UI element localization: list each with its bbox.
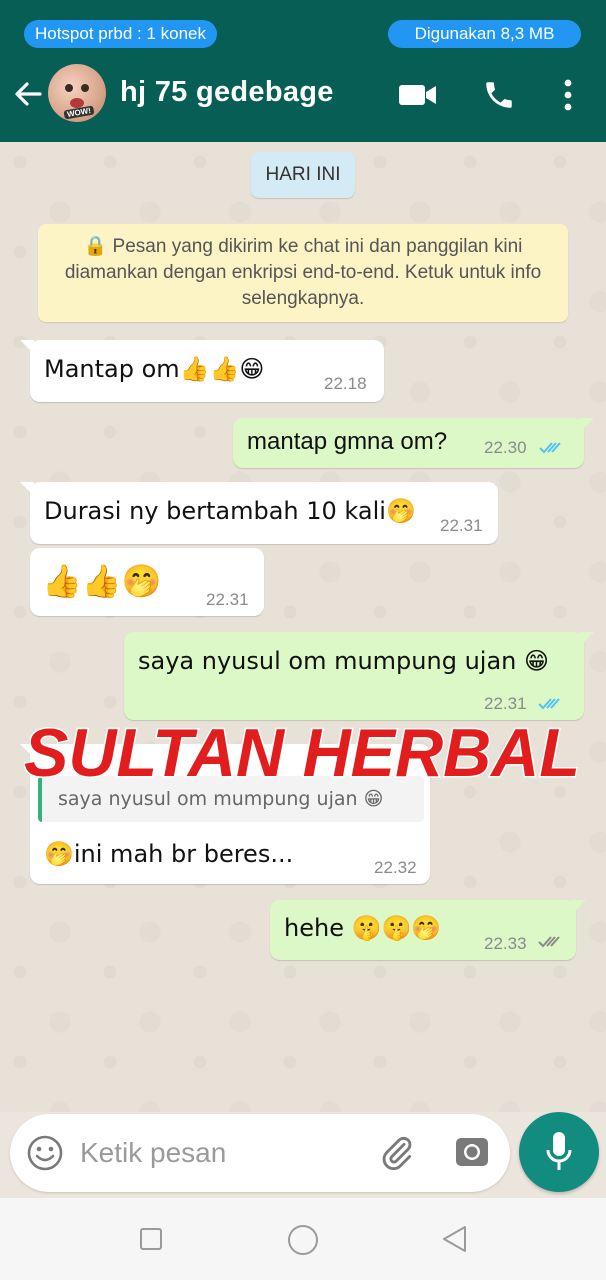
message-input[interactable] [80, 1134, 360, 1172]
message-bubble[interactable]: 👍👍🤭 22.31 [30, 548, 264, 616]
back-arrow-icon[interactable] [12, 78, 44, 110]
square-nav-icon[interactable] [139, 1227, 163, 1251]
message-text: Mantap om👍👍😁 [44, 355, 265, 383]
message-text: hehe 🤫🤫🤭 [284, 914, 442, 942]
avatar[interactable]: WOW! [48, 64, 106, 122]
message-bubble[interactable]: mantap gmna om? 22.30 [233, 418, 594, 468]
chat-header: WOW! hj 75 gedebage [0, 48, 606, 142]
message-time: 22.31 [206, 590, 249, 609]
message-time: 22.33 [484, 934, 527, 953]
circle-nav-icon[interactable] [287, 1224, 319, 1256]
message-time: 22.30 [484, 438, 527, 457]
message-text: 👍👍🤭 [42, 562, 162, 600]
message-text: saya nyusul om mumpung ujan 😁 [138, 647, 550, 675]
encryption-notice[interactable]: 🔒 Pesan yang dikirim ke chat ini dan pan… [38, 224, 568, 322]
date-chip: HARI INI [251, 152, 355, 198]
read-ticks-icon [539, 442, 561, 454]
message-bubble[interactable]: saya nyusul om mumpung ujan 😁 22.31 [124, 632, 594, 720]
message-text: mantap gmna om? [247, 428, 448, 455]
contact-name[interactable]: hj 75 gedebage [120, 76, 334, 109]
mic-icon [546, 1132, 572, 1170]
message-bubble[interactable]: Mantap om👍👍😁 22.18 [20, 340, 384, 402]
message-text: Durasi ny bertambah 10 kali🤭 [44, 497, 416, 525]
message-time: 22.32 [374, 858, 417, 877]
status-bar: Hotspot prbd : 1 konek Digunakan 8,3 MB [0, 0, 606, 48]
delivered-ticks-icon [538, 936, 560, 948]
system-nav-bar [0, 1198, 606, 1280]
read-ticks-icon [538, 698, 560, 710]
phone-icon[interactable] [482, 78, 516, 112]
message-time: 22.31 [440, 516, 483, 535]
triangle-nav-icon[interactable] [440, 1224, 468, 1254]
more-vert-icon[interactable] [560, 78, 576, 112]
message-time: 22.31 [484, 694, 527, 713]
watermark-logo: SULTAN HERBAL [24, 716, 582, 788]
emoji-icon[interactable] [26, 1134, 64, 1172]
svg-text:SULTAN HERBAL: SULTAN HERBAL [24, 716, 580, 788]
mic-button[interactable] [519, 1112, 599, 1192]
message-time: 22.18 [324, 374, 367, 393]
data-usage-status: Digunakan 8,3 MB [388, 20, 581, 48]
message-text: 🤭ini mah br beres... [44, 840, 294, 868]
message-bubble[interactable]: hehe 🤫🤫🤭 22.33 [270, 900, 586, 960]
camera-icon[interactable] [454, 1134, 490, 1170]
quoted-message-text: saya nyusul om mumpung ujan 😁 [58, 788, 384, 810]
message-bubble[interactable]: Durasi ny bertambah 10 kali🤭 22.31 [20, 482, 498, 544]
avatar-badge: WOW! [63, 105, 95, 120]
message-composer [10, 1114, 510, 1192]
hotspot-status: Hotspot prbd : 1 konek [24, 20, 217, 48]
video-call-icon[interactable] [398, 81, 438, 109]
attach-icon[interactable] [378, 1134, 416, 1172]
